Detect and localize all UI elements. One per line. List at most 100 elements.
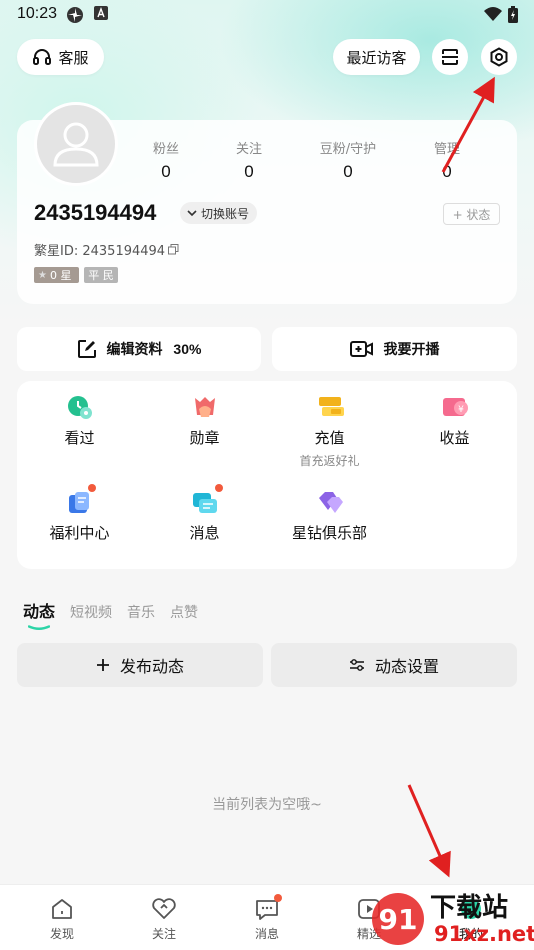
settings-button[interactable]: [481, 39, 517, 75]
notification-dot: [274, 894, 282, 902]
stat-fans[interactable]: 粉丝 0: [121, 138, 211, 182]
grid-item-label: 收益: [439, 429, 470, 447]
status-bar: 10:23: [0, 0, 534, 28]
stat-managers[interactable]: 管理 0: [402, 138, 492, 182]
active-tab-indicator: [28, 625, 50, 630]
grid-item-medals[interactable]: 勋章: [142, 395, 267, 448]
chevron-down-icon: [186, 207, 198, 219]
svg-text:¥: ¥: [458, 405, 464, 415]
watermark-text-top: 下载站: [430, 893, 508, 923]
video-camera-icon: [349, 339, 374, 359]
grid-item-earnings[interactable]: ¥ 收益: [392, 395, 517, 448]
site-watermark: 91 下载站 91xz.net: [356, 886, 534, 950]
edit-profile-percent: 30%: [173, 341, 202, 357]
medal-icon: [192, 395, 218, 421]
edit-profile-label: 编辑资料: [106, 342, 163, 358]
stat-label: 豆粉/守护: [319, 142, 377, 157]
stat-following[interactable]: 关注 0: [204, 138, 294, 182]
avatar[interactable]: [34, 102, 118, 186]
coins-icon: [317, 395, 344, 421]
pinwheel-icon: [66, 6, 84, 28]
notification-dot: [87, 484, 96, 492]
copy-icon[interactable]: [168, 244, 179, 255]
grid-item-history[interactable]: 看过: [17, 395, 142, 448]
recent-visitors-label: 最近访客: [346, 48, 407, 67]
tab-short-video[interactable]: 短视频: [70, 602, 112, 622]
fanxing-id-text: 繁星ID: 2435194494: [34, 244, 166, 259]
recent-visitors-button[interactable]: 最近访客: [333, 39, 420, 75]
edit-icon: [77, 339, 97, 359]
sliders-icon: [349, 658, 365, 672]
nav-messages[interactable]: 消息: [227, 894, 307, 942]
start-live-button[interactable]: 我要开播: [272, 327, 517, 371]
grid-item-messages[interactable]: 消息: [142, 484, 267, 543]
watermark-logo-number: 91: [379, 903, 418, 936]
home-icon: [22, 897, 102, 923]
tab-dynamics[interactable]: 动态: [23, 598, 55, 622]
customer-service-button[interactable]: 客服: [17, 39, 104, 75]
watermark-logo-icon: 91 下载站 91xz.net: [372, 893, 534, 946]
grid-item-welfare[interactable]: 福利中心: [17, 484, 142, 543]
watermark-text-bottom: 91xz.net: [434, 922, 534, 946]
nav-discover[interactable]: 发现: [22, 897, 102, 942]
nav-following[interactable]: 关注: [124, 897, 204, 942]
notification-a-icon: [94, 6, 108, 24]
empty-list-message: 当前列表为空哦~: [212, 797, 322, 813]
nav-label: 消息: [254, 927, 279, 941]
wallet-icon: ¥: [442, 395, 468, 421]
tab-music[interactable]: 音乐: [127, 602, 155, 622]
scan-button[interactable]: [432, 39, 468, 75]
battery-icon: [508, 6, 518, 27]
rank-badge: 平 民: [84, 267, 118, 283]
chat-icon: [227, 894, 307, 923]
edit-profile-button[interactable]: 编辑资料 30%: [17, 327, 261, 371]
stat-value: 0: [244, 162, 254, 181]
switch-account-label: 切换账号: [201, 206, 250, 221]
grid-item-recharge[interactable]: 充值 首充返好礼: [267, 395, 392, 469]
diamond-icon: [317, 490, 343, 516]
user-id: 2435194494: [34, 200, 157, 225]
stat-value: 0: [161, 162, 171, 181]
heart-icon: [124, 897, 204, 923]
grid-item-label: 看过: [64, 429, 95, 447]
settings-hexagon-icon: [489, 47, 509, 67]
grid-item-sublabel: 首充返好礼: [299, 454, 360, 468]
status-button[interactable]: + 状态: [443, 203, 500, 225]
grid-item-label: 消息: [189, 524, 220, 542]
post-settings-button[interactable]: 动态设置: [271, 643, 517, 687]
scan-icon: [440, 47, 460, 67]
grid-item-label: 福利中心: [49, 524, 110, 542]
grid-item-star-club[interactable]: 星钻俱乐部: [267, 490, 392, 543]
star-level-badge: ★ 0 星: [34, 267, 79, 283]
nav-label: 发现: [49, 927, 74, 941]
stat-value: 0: [442, 162, 452, 181]
stat-label: 粉丝: [152, 142, 179, 157]
publish-post-label: 发布动态: [119, 657, 184, 676]
publish-post-button[interactable]: 发布动态: [17, 643, 263, 687]
stat-label: 管理: [433, 142, 460, 157]
grid-item-label: 勋章: [189, 429, 220, 447]
history-clock-icon: [67, 395, 93, 421]
switch-account-button[interactable]: 切换账号: [180, 202, 258, 224]
wifi-icon: [484, 6, 502, 26]
fanxing-id: 繁星ID: 2435194494: [34, 240, 179, 259]
content-tabs: 动态 短视频 音乐 点赞: [23, 598, 198, 622]
star-level-text: 0 星: [49, 269, 72, 282]
customer-service-label: 客服: [58, 48, 89, 67]
post-settings-label: 动态设置: [374, 657, 439, 676]
headphones-icon: [32, 47, 52, 67]
star-icon: ★: [38, 269, 47, 281]
stat-guardians[interactable]: 豆粉/守护 0: [303, 138, 393, 182]
start-live-label: 我要开播: [383, 342, 440, 358]
nav-label: 关注: [151, 927, 176, 941]
welfare-box-icon: [67, 484, 96, 516]
grid-item-label: 充值: [314, 429, 345, 447]
stat-label: 关注: [235, 142, 262, 157]
tab-likes[interactable]: 点赞: [170, 602, 198, 622]
chat-bubbles-icon: [192, 484, 223, 516]
grid-item-label: 星钻俱乐部: [291, 524, 367, 542]
default-avatar-icon: [53, 122, 99, 167]
stat-value: 0: [343, 162, 353, 181]
notification-dot: [214, 484, 223, 492]
plus-icon: [96, 658, 110, 672]
